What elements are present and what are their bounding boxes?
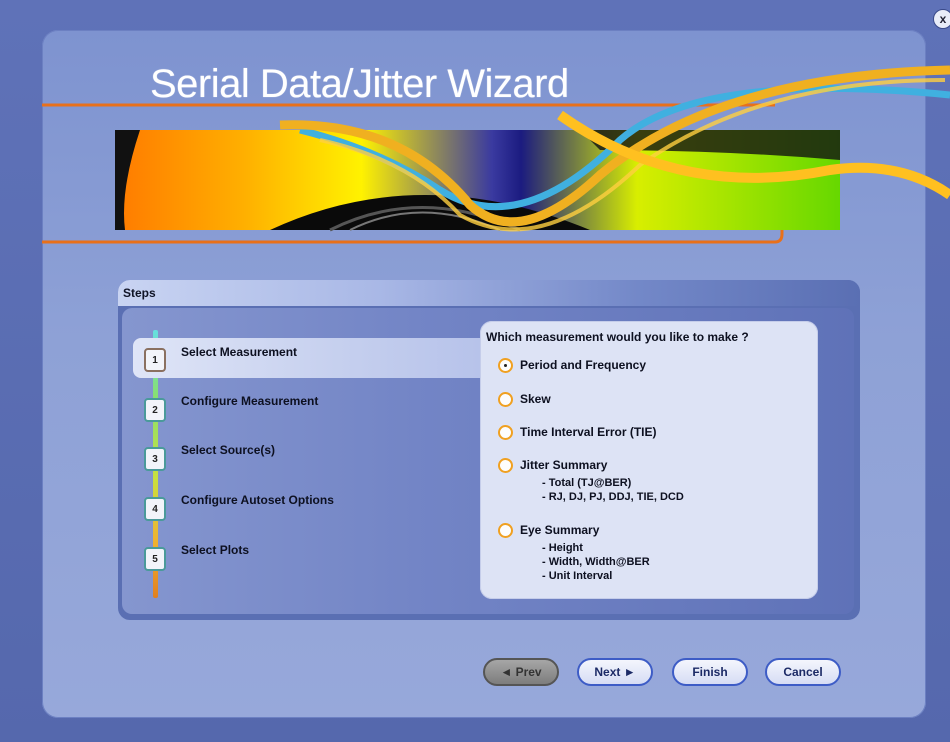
wizard-title: Serial Data/Jitter Wizard bbox=[150, 62, 569, 106]
step-number-badge: 1 bbox=[144, 348, 166, 372]
eye-detail-unit-interval: - Unit Interval bbox=[542, 570, 613, 582]
step-label: Configure Autoset Options bbox=[181, 493, 334, 507]
step-label: Select Measurement bbox=[181, 345, 298, 359]
next-button[interactable]: Next ► bbox=[577, 658, 653, 686]
jitter-detail-components: - RJ, DJ, PJ, DDJ, TIE, DCD bbox=[542, 491, 684, 503]
finish-button[interactable]: Finish bbox=[672, 658, 748, 686]
step-label: Configure Measurement bbox=[181, 394, 319, 408]
option-label: Eye Summary bbox=[520, 523, 600, 537]
jitter-detail-total: - Total (TJ@BER) bbox=[542, 477, 632, 489]
cancel-button[interactable]: Cancel bbox=[765, 658, 841, 686]
steps-header: Steps bbox=[118, 280, 860, 306]
banner-graphic bbox=[42, 65, 950, 244]
option-label: Time Interval Error (TIE) bbox=[520, 425, 657, 439]
eye-detail-height: - Height bbox=[542, 542, 583, 554]
radio-button[interactable] bbox=[498, 523, 513, 538]
step-configure-measurement[interactable]: 2 Configure Measurement bbox=[136, 389, 476, 425]
step-select-measurement[interactable]: 1 Select Measurement bbox=[133, 338, 488, 378]
eye-detail-width: - Width, Width@BER bbox=[542, 556, 650, 568]
radio-button[interactable] bbox=[498, 358, 513, 373]
step-select-sources[interactable]: 3 Select Source(s) bbox=[136, 438, 476, 474]
radio-button[interactable] bbox=[498, 392, 513, 407]
radio-button[interactable] bbox=[498, 458, 513, 473]
radio-button[interactable] bbox=[498, 425, 513, 440]
step-configure-autoset-options[interactable]: 4 Configure Autoset Options bbox=[136, 488, 476, 524]
option-label: Jitter Summary bbox=[520, 458, 608, 472]
option-label: Skew bbox=[520, 392, 551, 406]
step-number-badge: 5 bbox=[144, 547, 166, 571]
steps-header-label: Steps bbox=[123, 286, 156, 300]
measurement-selection-panel: Which measurement would you like to make… bbox=[480, 321, 818, 599]
step-number-badge: 3 bbox=[144, 447, 166, 471]
prev-button[interactable]: ◄ Prev bbox=[483, 658, 559, 686]
option-label: Period and Frequency bbox=[520, 358, 647, 372]
step-label: Select Source(s) bbox=[181, 443, 276, 457]
step-label: Select Plots bbox=[181, 543, 250, 557]
step-number-badge: 4 bbox=[144, 497, 166, 521]
measurement-question: Which measurement would you like to make… bbox=[486, 330, 749, 344]
step-number-badge: 2 bbox=[144, 398, 166, 422]
step-select-plots[interactable]: 5 Select Plots bbox=[136, 538, 476, 574]
